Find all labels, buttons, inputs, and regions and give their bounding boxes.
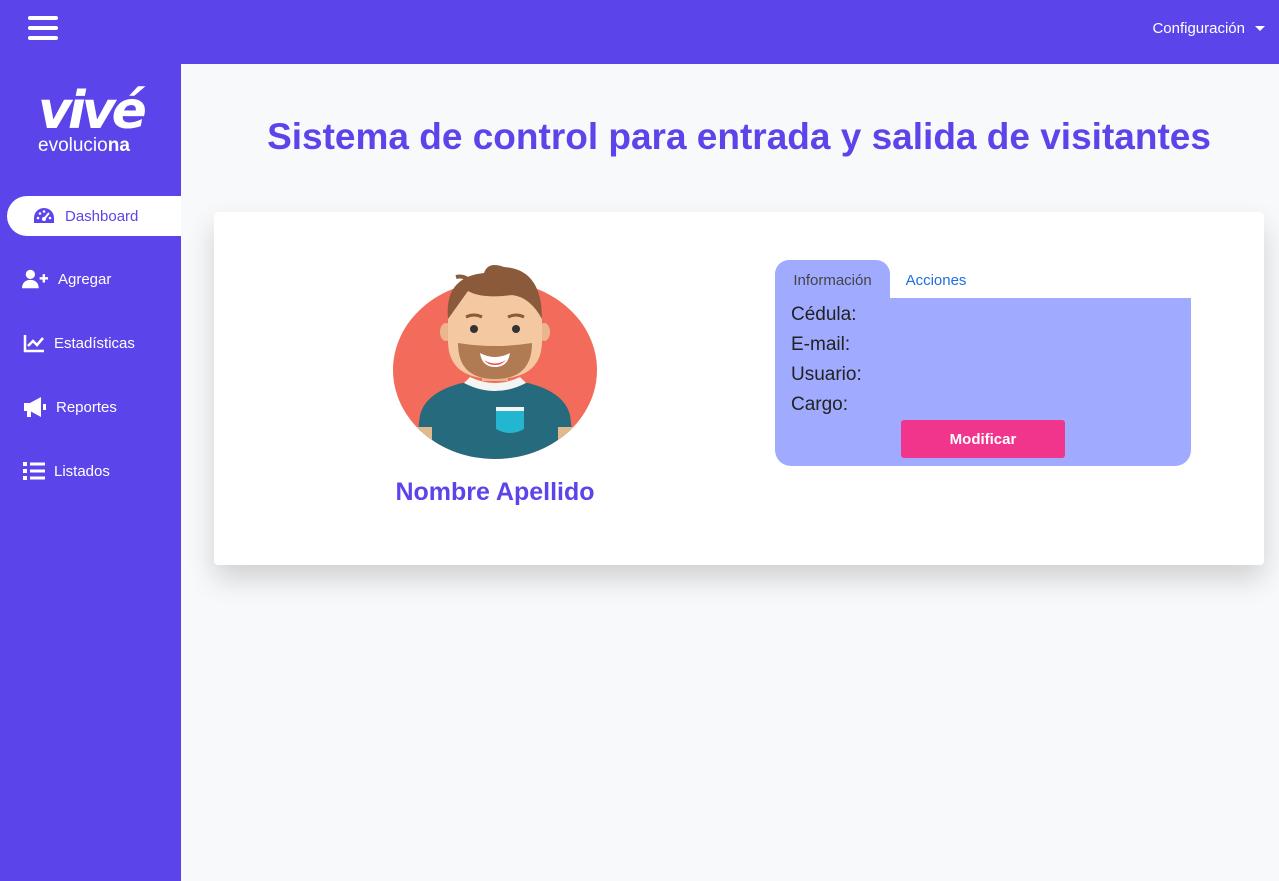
- field-usuario: Usuario:: [791, 364, 862, 385]
- field-email: E-mail:: [791, 334, 851, 355]
- tab-acciones[interactable]: Acciones: [890, 260, 982, 300]
- user-name: Nombre Apellido: [395, 478, 595, 506]
- sidebar-item-dashboard[interactable]: Dashboard: [7, 196, 181, 236]
- sidebar-item-listados[interactable]: Listados: [0, 451, 181, 491]
- modify-button[interactable]: Modificar: [901, 420, 1065, 458]
- sidebar-item-agregar[interactable]: Agregar: [0, 259, 181, 299]
- chart-line-icon: [22, 332, 46, 354]
- sidebar-item-label: Estadísticas: [54, 334, 135, 352]
- sidebar-item-estadisticas[interactable]: Estadísticas: [0, 323, 181, 363]
- tab-informacion[interactable]: Información: [775, 260, 890, 300]
- page-title: Sistema de control para entrada y salida…: [267, 116, 1211, 157]
- sidebar: vivé evoluciona Dashboard Agregar Estadí…: [0, 64, 181, 881]
- configuration-dropdown[interactable]: Configuración: [1152, 20, 1265, 37]
- user-avatar: [392, 257, 598, 463]
- logo: vivé evoluciona: [38, 81, 148, 164]
- field-cargo: Cargo:: [791, 394, 849, 415]
- tachometer-icon: [31, 205, 57, 227]
- top-navbar: Configuración: [0, 0, 1279, 64]
- configuration-label: Configuración: [1152, 20, 1245, 37]
- profile-card: Nombre Apellido Información Acciones Céd…: [214, 212, 1264, 565]
- caret-down-icon: [1255, 26, 1265, 31]
- megaphone-icon: [22, 396, 48, 418]
- field-cedula: Cédula:: [791, 304, 857, 325]
- hamburger-menu-icon[interactable]: [28, 16, 58, 42]
- sidebar-item-label: Reportes: [56, 398, 117, 416]
- sidebar-item-label: Dashboard: [65, 207, 139, 225]
- info-panel: Cédula: E-mail: Usuario: Cargo: Modifica…: [775, 298, 1191, 466]
- user-plus-icon: [22, 268, 48, 290]
- sidebar-item-label: Agregar: [58, 270, 112, 288]
- logo-main-text: vivé: [38, 81, 147, 141]
- sidebar-item-reportes[interactable]: Reportes: [0, 387, 181, 427]
- sidebar-item-label: Listados: [54, 462, 110, 480]
- list-icon: [22, 460, 46, 482]
